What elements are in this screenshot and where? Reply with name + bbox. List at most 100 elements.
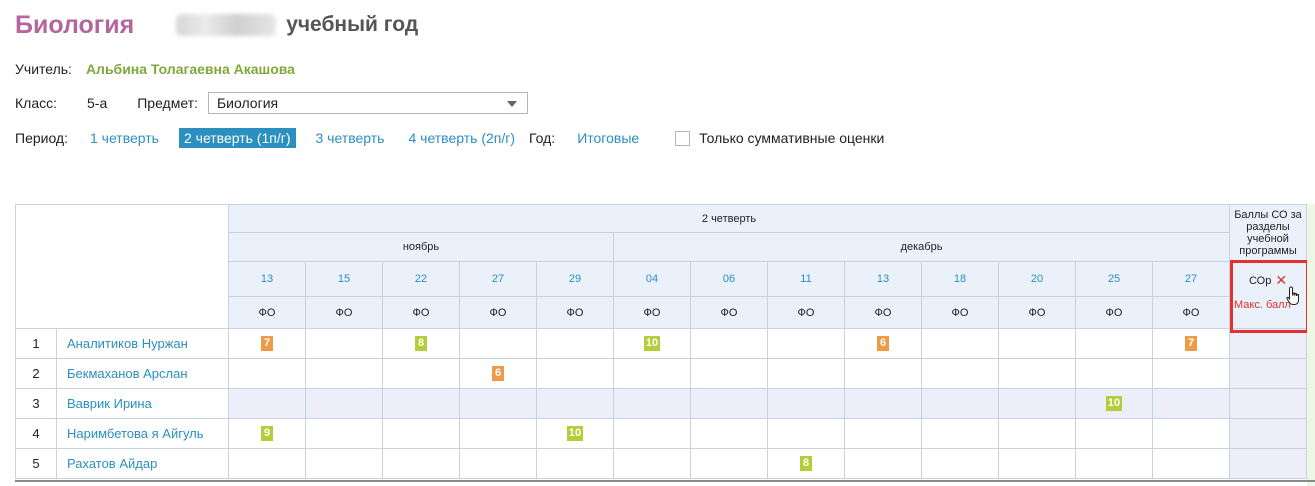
subject-select[interactable]: Биология: [207, 92, 528, 114]
grade-cell[interactable]: [459, 328, 537, 359]
grade-cell[interactable]: [1075, 328, 1153, 359]
period-link-q2-active[interactable]: 2 четверть (1п/г): [178, 128, 296, 148]
grade-cell[interactable]: [382, 358, 460, 389]
date-header-6[interactable]: 06: [690, 261, 768, 297]
grade-cell[interactable]: [998, 328, 1076, 359]
grade-cell[interactable]: [921, 328, 999, 359]
grade-cell[interactable]: [536, 328, 614, 359]
grade-cell[interactable]: [382, 418, 460, 449]
grade-cell[interactable]: [536, 358, 614, 389]
grade-cell[interactable]: 6: [844, 328, 922, 359]
grade-cell[interactable]: [305, 448, 383, 479]
grade-cell[interactable]: [767, 358, 845, 389]
grade-badge[interactable]: 8: [800, 456, 812, 471]
grade-cell[interactable]: [613, 388, 691, 419]
grade-cell[interactable]: [1152, 448, 1230, 479]
date-header-1[interactable]: 15: [305, 261, 383, 297]
grade-cell[interactable]: [536, 448, 614, 479]
grade-cell[interactable]: [1152, 358, 1230, 389]
date-header-3[interactable]: 27: [459, 261, 537, 297]
date-header-12[interactable]: 27: [1152, 261, 1230, 297]
date-header-0[interactable]: 13: [228, 261, 306, 297]
grade-badge[interactable]: 10: [1105, 396, 1123, 411]
grade-cell[interactable]: [613, 448, 691, 479]
grade-badge[interactable]: 6: [877, 336, 889, 351]
grade-cell[interactable]: [844, 388, 922, 419]
grade-cell[interactable]: [998, 418, 1076, 449]
grade-badge[interactable]: 10: [643, 336, 661, 351]
period-link-q1[interactable]: 1 четверть: [90, 130, 159, 146]
grade-cell[interactable]: [1152, 418, 1230, 449]
grade-cell[interactable]: [767, 388, 845, 419]
grade-cell[interactable]: [690, 388, 768, 419]
grade-cell[interactable]: [613, 418, 691, 449]
grade-cell[interactable]: [690, 328, 768, 359]
grade-cell[interactable]: [998, 358, 1076, 389]
grade-cell[interactable]: [1075, 358, 1153, 389]
co-score-cell[interactable]: [1229, 448, 1307, 479]
date-header-2[interactable]: 22: [382, 261, 460, 297]
grade-cell[interactable]: [382, 448, 460, 479]
grade-cell[interactable]: [844, 358, 922, 389]
grade-cell[interactable]: [459, 448, 537, 479]
co-score-cell[interactable]: [1229, 358, 1307, 389]
period-link-q4[interactable]: 4 четверть (2п/г): [408, 130, 515, 146]
grade-cell[interactable]: [228, 388, 306, 419]
student-name-link[interactable]: Рахатов Айдар: [56, 448, 229, 479]
grade-cell[interactable]: 7: [1152, 328, 1230, 359]
grade-cell[interactable]: [767, 418, 845, 449]
grade-cell[interactable]: [228, 358, 306, 389]
grade-cell[interactable]: [690, 358, 768, 389]
grade-badge[interactable]: 7: [261, 336, 273, 351]
student-name-link[interactable]: Аналитиков Нуржан: [56, 328, 229, 359]
co-score-cell[interactable]: [1229, 418, 1307, 449]
grade-cell[interactable]: [998, 388, 1076, 419]
grade-badge[interactable]: 8: [415, 336, 427, 351]
grade-cell[interactable]: [921, 448, 999, 479]
grade-cell[interactable]: [690, 418, 768, 449]
grade-cell[interactable]: 10: [613, 328, 691, 359]
grade-badge[interactable]: 6: [492, 366, 504, 381]
grade-cell[interactable]: [1075, 448, 1153, 479]
grade-cell[interactable]: [459, 388, 537, 419]
grade-cell[interactable]: 6: [459, 358, 537, 389]
date-header-11[interactable]: 25: [1075, 261, 1153, 297]
date-header-5[interactable]: 04: [613, 261, 691, 297]
grade-cell[interactable]: [690, 448, 768, 479]
grade-cell[interactable]: [382, 388, 460, 419]
grade-cell[interactable]: [1152, 388, 1230, 419]
co-score-cell[interactable]: [1229, 388, 1307, 419]
student-name-link[interactable]: Наримбетова я Айгуль: [56, 418, 229, 449]
grade-badge[interactable]: 9: [261, 426, 273, 441]
date-header-4[interactable]: 29: [536, 261, 614, 297]
grade-cell[interactable]: [998, 448, 1076, 479]
grade-cell[interactable]: [844, 448, 922, 479]
grade-cell[interactable]: 9: [228, 418, 306, 449]
period-link-q3[interactable]: 3 четверть: [316, 130, 385, 146]
grade-badge[interactable]: 10: [566, 426, 584, 441]
grade-cell[interactable]: [305, 328, 383, 359]
grade-cell[interactable]: 10: [536, 418, 614, 449]
date-header-10[interactable]: 20: [998, 261, 1076, 297]
summative-only-toggle[interactable]: Только суммативные оценки: [675, 130, 884, 146]
date-header-9[interactable]: 18: [921, 261, 999, 297]
grade-cell[interactable]: [767, 328, 845, 359]
grade-cell[interactable]: [459, 418, 537, 449]
grade-cell[interactable]: 7: [228, 328, 306, 359]
student-name-link[interactable]: Бекмаханов Арслан: [56, 358, 229, 389]
grade-cell[interactable]: [305, 418, 383, 449]
summative-only-checkbox[interactable]: [675, 130, 691, 146]
grade-cell[interactable]: [921, 358, 999, 389]
grade-cell[interactable]: [536, 388, 614, 419]
grade-cell[interactable]: [921, 388, 999, 419]
grade-cell[interactable]: [228, 448, 306, 479]
co-score-cell[interactable]: [1229, 328, 1307, 359]
grade-cell[interactable]: [844, 418, 922, 449]
grade-badge[interactable]: 7: [1185, 336, 1197, 351]
date-header-8[interactable]: 13: [844, 261, 922, 297]
grade-cell[interactable]: [1075, 418, 1153, 449]
grade-cell[interactable]: [921, 418, 999, 449]
grade-cell[interactable]: 8: [767, 448, 845, 479]
grade-cell[interactable]: 10: [1075, 388, 1153, 419]
grade-cell[interactable]: [305, 388, 383, 419]
